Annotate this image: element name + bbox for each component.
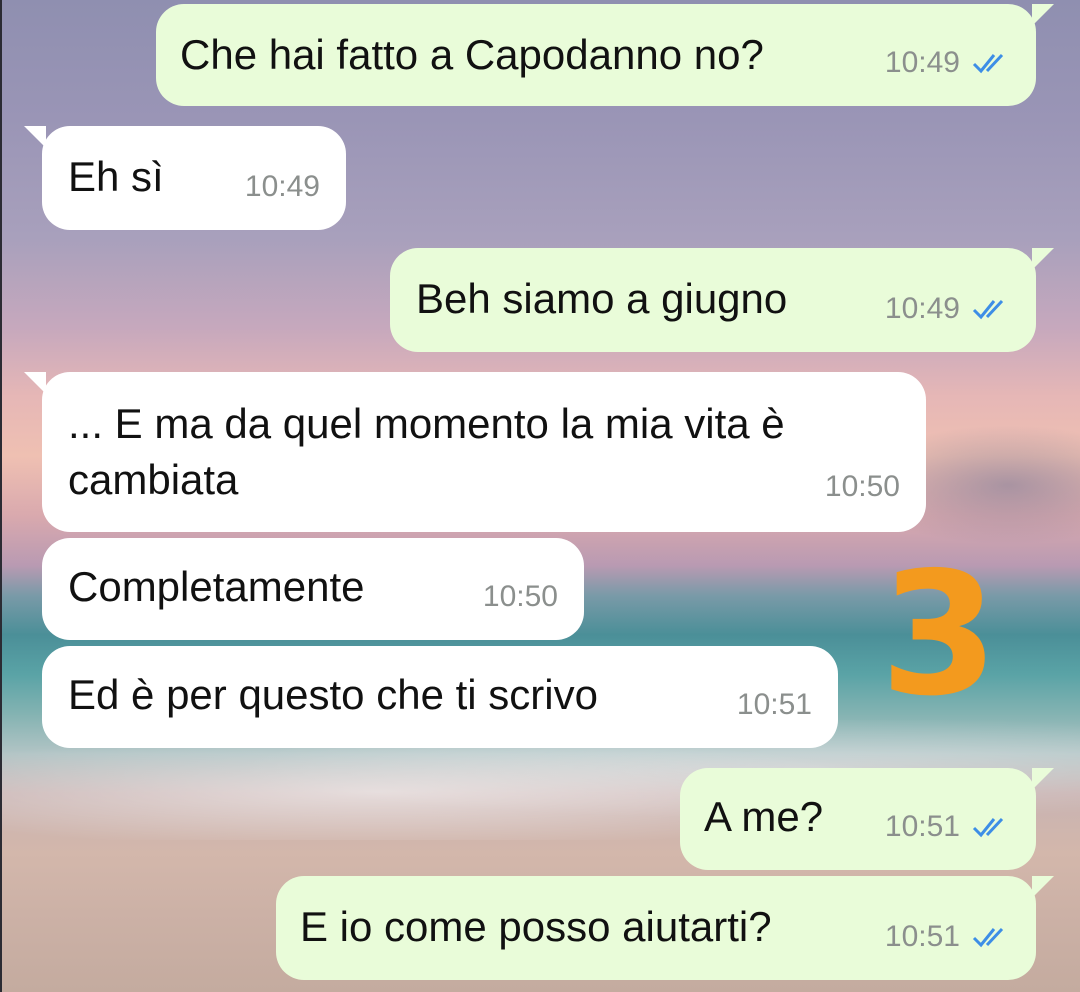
- message-bubble-incoming[interactable]: Completamente 10:50: [42, 538, 584, 640]
- message-text: A me?: [704, 793, 824, 840]
- message-meta: 10:51: [885, 800, 1014, 854]
- message-meta: 10:49: [245, 160, 320, 214]
- message-text: Che hai fatto a Capodanno no?: [180, 31, 764, 78]
- message-text: Beh siamo a giugno: [416, 275, 788, 322]
- annotation-number: 3: [880, 536, 999, 734]
- message-time: 10:51: [736, 688, 812, 721]
- message-time: 10:51: [884, 810, 960, 843]
- message-bubble-outgoing[interactable]: Beh siamo a giugno 10:49: [390, 248, 1054, 352]
- message-time: 10:51: [884, 920, 960, 953]
- message-bubble-incoming[interactable]: ... E ma da quel momento la mia vita è c…: [24, 372, 926, 532]
- message-time: 10:50: [482, 580, 558, 613]
- message-text: E io come posso aiutarti?: [300, 903, 772, 950]
- screen-edge: [0, 0, 2, 992]
- message-meta: 10:50: [825, 460, 900, 514]
- message-meta: 10:49: [885, 282, 1014, 336]
- message-text: Completamente: [68, 563, 365, 610]
- double-check-icon: [972, 53, 1004, 74]
- message-bubble-outgoing[interactable]: E io come posso aiutarti? 10:51: [276, 876, 1054, 980]
- double-check-icon: [972, 299, 1004, 320]
- message-meta: 10:51: [885, 910, 1014, 964]
- double-check-icon: [972, 927, 1004, 948]
- message-meta: 10:51: [737, 678, 812, 732]
- message-text: Eh sì: [68, 153, 164, 200]
- message-time: 10:50: [824, 470, 900, 503]
- message-meta: 10:49: [885, 36, 1014, 90]
- message-time: 10:49: [244, 170, 320, 203]
- message-time: 10:49: [884, 46, 960, 79]
- message-time: 10:49: [884, 292, 960, 325]
- message-bubble-incoming[interactable]: Ed è per questo che ti scrivo 10:51: [42, 646, 838, 748]
- message-bubble-outgoing[interactable]: A me? 10:51: [680, 768, 1054, 870]
- double-check-icon: [972, 817, 1004, 838]
- message-text: ... E ma da quel momento la mia vita è c…: [68, 400, 785, 503]
- message-bubble-outgoing[interactable]: Che hai fatto a Capodanno no? 10:49: [156, 4, 1054, 106]
- message-meta: 10:50: [483, 570, 558, 624]
- message-bubble-incoming[interactable]: Eh sì 10:49: [24, 126, 346, 230]
- message-text: Ed è per questo che ti scrivo: [68, 671, 598, 718]
